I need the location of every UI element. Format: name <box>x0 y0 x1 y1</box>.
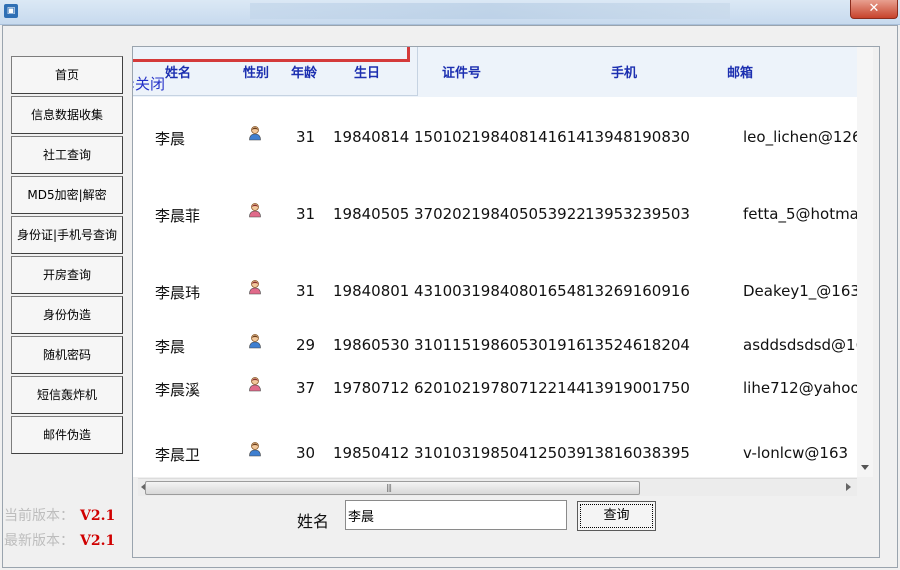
title-text-area <box>250 3 730 19</box>
cell-email: lihe712@yahoo.c <box>743 379 857 397</box>
female-user-icon <box>249 280 261 295</box>
cell-age: 29 <box>296 336 316 354</box>
nav-button-room-query[interactable]: 开房查询 <box>11 256 123 294</box>
results-grid: 姓名 性别 年龄 生日 证件号 手机 邮箱 ‹关闭 李晨311984081415… <box>133 47 857 477</box>
cell-id: 310103198504125039 <box>414 444 586 462</box>
cell-phone: 13816038395 <box>585 444 690 462</box>
column-header-email[interactable]: 邮箱 <box>727 62 753 81</box>
cell-id: 150102198408141614 <box>414 128 586 146</box>
cell-id: 620102197807122144 <box>414 379 586 397</box>
cell-name: 李晨菲 <box>155 207 201 225</box>
cell-phone: 13948190830 <box>585 128 690 146</box>
window-close-button[interactable]: ✕ <box>850 0 898 19</box>
cell-name: 李晨玮 <box>155 284 201 302</box>
male-user-icon <box>249 442 261 457</box>
table-row[interactable]: 李晨卫 30 19850412 310103198504125039 138160383… <box>133 442 857 474</box>
cell-birthday: 19840814 <box>333 128 410 146</box>
cell-birthday: 19840505 <box>333 205 410 223</box>
horizontal-scroll-thumb[interactable]: ||| <box>145 481 640 495</box>
nav-button-identity-forge[interactable]: 身份伪造 <box>11 296 123 334</box>
cell-birthday: 19780712 <box>333 379 410 397</box>
scroll-grip-icon: ||| <box>386 483 392 492</box>
latest-version: 最新版本： V2.1 <box>4 530 115 550</box>
query-button[interactable]: 查询 <box>577 501 656 531</box>
cell-email: leo_lichen@126 <box>743 128 857 146</box>
name-input[interactable] <box>345 500 567 530</box>
cell-birthday: 19840801 <box>333 282 410 300</box>
cell-id: 431003198408016548 <box>414 282 586 300</box>
app-icon: ▣ <box>4 4 18 18</box>
cell-email: fetta_5@hotma <box>743 205 857 223</box>
overlay-red-border <box>133 59 410 62</box>
cell-phone: 13269160916 <box>585 282 690 300</box>
table-row[interactable]: 李晨 31 19840814 150102198408141614 1394819083… <box>133 126 857 158</box>
nav-button-md5[interactable]: MD5加密|解密 <box>11 176 123 214</box>
column-header-id[interactable]: 证件号 <box>442 62 481 81</box>
cell-email: v-lonlcw@163 <box>743 444 849 462</box>
table-row[interactable]: 李晨 29 19860530 310115198605301916 1352461820… <box>133 334 857 366</box>
cell-phone: 13524618204 <box>585 336 690 354</box>
male-user-icon <box>249 334 261 349</box>
cell-id: 370202198405053922 <box>414 205 586 223</box>
cell-age: 31 <box>296 282 316 300</box>
nav-button-mail-forge[interactable]: 邮件伪造 <box>11 416 123 454</box>
cell-birthday: 19860530 <box>333 336 410 354</box>
male-user-icon <box>249 126 261 141</box>
cell-age: 31 <box>296 128 316 146</box>
nav-button-info-collect[interactable]: 信息数据收集 <box>11 96 123 134</box>
scroll-down-arrow-icon[interactable] <box>861 465 869 470</box>
overlay-red-border-vertical <box>407 47 410 62</box>
current-version-value: V2.1 <box>80 508 116 524</box>
cell-name: 李晨 <box>155 130 186 148</box>
close-link[interactable]: ‹关闭 <box>133 73 165 94</box>
cell-email: asddsdsdsd@16 <box>743 336 857 354</box>
current-version: 当前版本： V2.1 <box>4 505 115 525</box>
female-user-icon <box>249 377 261 392</box>
scroll-right-arrow-icon[interactable] <box>846 483 851 491</box>
cell-age: 31 <box>296 205 316 223</box>
nav-button-social-query[interactable]: 社工查询 <box>11 136 123 174</box>
latest-version-value: V2.1 <box>80 533 116 549</box>
cell-birthday: 19850412 <box>333 444 410 462</box>
cell-id: 310115198605301916 <box>414 336 586 354</box>
vertical-scrollbar[interactable] <box>857 47 873 477</box>
horizontal-scrollbar[interactable]: ||| <box>138 478 857 496</box>
nav-button-home[interactable]: 首页 <box>11 56 123 94</box>
cell-name: 李晨 <box>155 338 186 356</box>
nav-button-id-phone-query[interactable]: 身份证|手机号查询 <box>11 216 123 254</box>
column-header-phone[interactable]: 手机 <box>611 62 637 81</box>
table-row[interactable]: 李晨玮 31 19840801 431003198408016548 132691609… <box>133 280 857 312</box>
cell-email: Deakey1_@163 <box>743 282 857 300</box>
current-version-label: 当前版本： <box>4 508 74 524</box>
female-user-icon <box>249 203 261 218</box>
cell-age: 30 <box>296 444 316 462</box>
table-row[interactable]: 李晨溪 37 19780712 620102197807122144 139190017… <box>133 377 857 409</box>
cell-name: 李晨溪 <box>155 381 201 399</box>
nav-button-random-password[interactable]: 随机密码 <box>11 336 123 374</box>
latest-version-label: 最新版本： <box>4 533 74 549</box>
name-field-label: 姓名 <box>297 512 330 531</box>
nav-button-sms-bomber[interactable]: 短信轰炸机 <box>11 376 123 414</box>
cell-phone: 13919001750 <box>585 379 690 397</box>
table-row[interactable]: 李晨菲 31 19840505 370202198405053922 139532395… <box>133 203 857 235</box>
overlay-popup: ‹关闭 <box>133 47 418 96</box>
cell-phone: 13953239503 <box>585 205 690 223</box>
cell-name: 李晨卫 <box>155 446 201 464</box>
cell-age: 37 <box>296 379 316 397</box>
title-bar: ▣ ✕ <box>0 0 900 25</box>
